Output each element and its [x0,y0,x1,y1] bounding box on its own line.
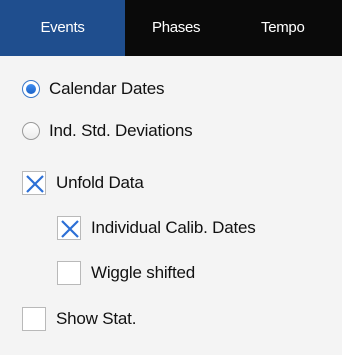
calendar-dates-option[interactable]: Calendar Dates [22,74,165,104]
tab-events[interactable]: Events [0,0,125,56]
ind-std-deviations-label: Ind. Std. Deviations [49,121,193,140]
panel-edge [342,0,356,355]
show-stat-label: Show Stat. [56,309,137,328]
unfold-data-option[interactable]: Unfold Data [22,168,144,198]
show-stat-option[interactable]: Show Stat. [22,304,136,334]
tab-bar: Events Phases Tempo [0,0,342,56]
check-x-icon [61,220,79,238]
wiggle-shifted-label: Wiggle shifted [91,263,195,282]
unfold-data-checkbox[interactable] [22,171,46,195]
calendar-dates-radio[interactable] [22,80,40,98]
ind-std-deviations-radio[interactable] [22,122,40,140]
wiggle-shifted-option[interactable]: Wiggle shifted [57,258,195,288]
ind-std-deviations-option[interactable]: Ind. Std. Deviations [22,116,193,146]
check-x-icon [26,175,44,193]
events-panel: Events Phases Tempo Calendar Dates Ind. … [0,0,356,355]
unfold-data-label: Unfold Data [56,173,144,192]
tab-tempo[interactable]: Tempo [247,0,342,56]
individual-calib-dates-label: Individual Calib. Dates [91,218,256,237]
show-stat-checkbox[interactable] [22,307,46,331]
individual-calib-dates-checkbox[interactable] [57,216,81,240]
wiggle-shifted-checkbox[interactable] [57,261,81,285]
calendar-dates-label: Calendar Dates [49,79,165,98]
tab-phases[interactable]: Phases [125,0,247,56]
individual-calib-dates-option[interactable]: Individual Calib. Dates [57,213,256,243]
